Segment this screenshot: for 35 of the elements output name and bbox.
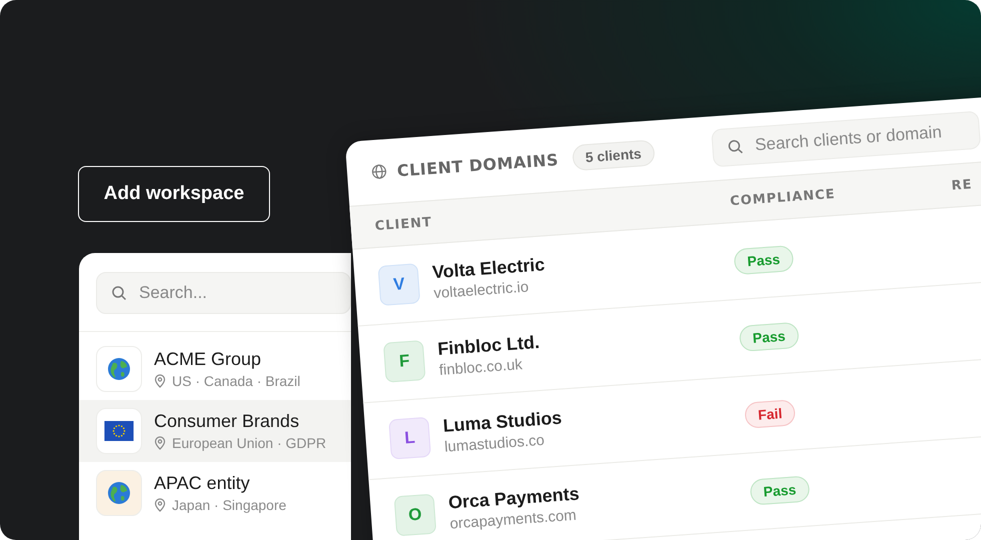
workspace-name: APAC entity [154,473,251,494]
workspace-location: Japan · Singapore [172,497,286,513]
location-pin-icon [154,374,166,388]
compliance-badge: Pass [750,475,810,506]
column-header: CLIENT [374,214,434,234]
client-avatar: V [378,263,420,306]
workspace-name: ACME Group [154,349,262,370]
globe-icon [107,357,131,381]
workspace-location: US · Canada · Brazil [172,373,300,389]
search-field[interactable]: Search... [96,272,351,314]
search-field[interactable]: Search clients or domain [710,110,981,168]
panel-title: CLIENT DOMAINS [396,150,560,180]
location-pin-icon [154,498,166,512]
client-avatar: F [383,340,426,383]
workspace-name: Consumer Brands [154,411,300,432]
search-icon [111,285,127,301]
location-pin-icon [154,436,166,450]
column-header: RE [951,176,973,194]
workspace-location: European Union · GDPR [172,435,326,451]
compliance-badge: Pass [733,244,794,275]
workspace-item[interactable]: Consumer Brands European Union · GDPR [79,400,351,462]
flag-icon [104,421,134,441]
client-avatar: O [394,494,437,536]
client-name: Orca Payments [448,484,580,513]
compliance-badge: Pass [738,321,800,352]
workspace-item[interactable]: APAC entity Japan · Singapore [79,462,351,524]
client-count-badge: 5 clients [572,139,656,172]
workspace-item[interactable]: ACME Group US · Canada · Brazil [79,338,351,400]
compliance-badge: Fail [744,398,796,428]
column-header: COMPLIANCE [730,185,837,209]
add-workspace-button[interactable]: Add workspace [78,166,270,222]
client-avatar: L [388,416,432,460]
search-icon [726,138,744,156]
globe-icon [107,481,131,505]
globe-icon [370,163,388,180]
